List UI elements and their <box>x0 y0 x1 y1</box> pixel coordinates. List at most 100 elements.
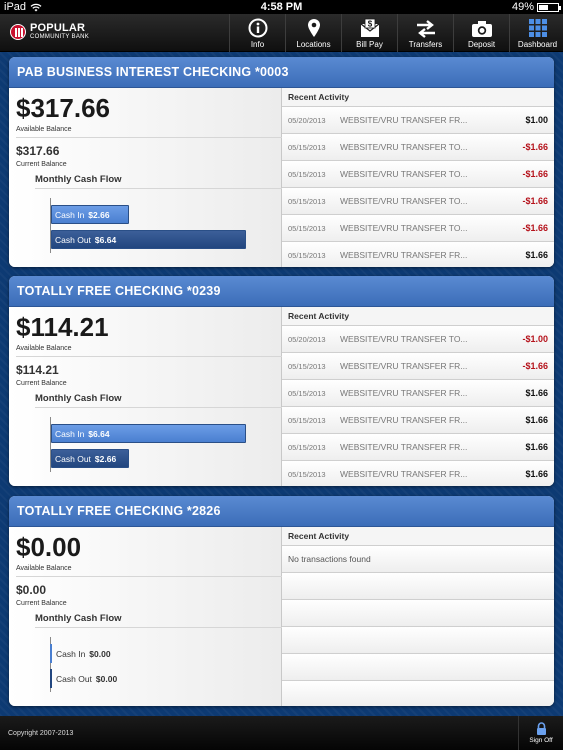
empty-row <box>282 654 554 681</box>
cash-out-label: Cash Out <box>55 453 91 464</box>
transaction-amount: $1.00 <box>525 115 548 125</box>
account-name[interactable]: PAB BUSINESS INTEREST CHECKING *0003 <box>9 57 554 88</box>
transaction-amount: $1.66 <box>525 250 548 260</box>
current-balance-amount: $317.66 <box>16 144 60 158</box>
transaction-amount: $1.66 <box>525 469 548 479</box>
divider <box>16 137 284 138</box>
nav-info-button[interactable]: Info <box>229 14 285 52</box>
transaction-date: 05/15/2013 <box>288 442 326 452</box>
transaction-row[interactable]: 05/15/2013 WEBSITE/VRU TRANSFER FR... -$1.… <box>282 353 554 380</box>
logo-name: POPULAR <box>30 22 86 34</box>
balance-section: $317.66 Available Balance $317.66 Curren… <box>9 88 285 267</box>
divider <box>35 188 285 189</box>
dashboard-grid-icon <box>528 19 547 37</box>
nav-label: Dashboard <box>517 40 558 49</box>
nav-locations-button[interactable]: Locations <box>285 14 341 52</box>
info-icon <box>248 18 267 38</box>
transaction-amount: -$1.66 <box>522 142 548 152</box>
recent-activity-header: Recent Activity <box>282 307 554 326</box>
account-name[interactable]: TOTALLY FREE CHECKING *0239 <box>9 276 554 307</box>
battery-percent: 49% <box>511 1 534 13</box>
current-balance-amount: $114.21 <box>16 363 59 377</box>
transaction-date: 05/15/2013 <box>288 250 326 260</box>
svg-text:$: $ <box>367 20 372 29</box>
transaction-date: 05/15/2013 <box>288 388 326 398</box>
nav-transfers-button[interactable]: Transfers <box>397 14 453 52</box>
transaction-row[interactable]: 05/15/2013 WEBSITE/VRU TRANSFER TO... -$1.… <box>282 188 554 215</box>
balance-section: $0.00 Available Balance $0.00 Current Ba… <box>9 527 285 706</box>
transaction-description: WEBSITE/VRU TRANSFER FR... <box>340 250 468 260</box>
transaction-date: 05/15/2013 <box>288 223 326 233</box>
transaction-row[interactable]: 05/15/2013 WEBSITE/VRU TRANSFER TO... -$1.… <box>282 161 554 188</box>
nav-label: Transfers <box>408 40 443 49</box>
cash-out-value: $6.64 <box>94 234 117 245</box>
current-balance-label: Current Balance <box>16 600 67 607</box>
logo-mark-icon <box>10 23 26 40</box>
transaction-row[interactable]: 05/15/2013 WEBSITE/VRU TRANSFER TO... -$1.… <box>282 134 554 161</box>
transaction-date: 05/15/2013 <box>288 142 326 152</box>
cash-in-value: $0.00 <box>89 648 111 659</box>
current-balance-label: Current Balance <box>16 161 67 168</box>
cash-in-bar: Cash In $2.66 <box>51 205 129 224</box>
camera-icon <box>471 21 492 37</box>
nav-dashboard-button[interactable]: Dashboard <box>509 14 563 52</box>
transaction-row[interactable]: 05/15/2013 WEBSITE/VRU TRANSFER FR... $1.6… <box>282 434 554 461</box>
account-panel[interactable]: TOTALLY FREE CHECKING *2826 $0.00 Availa… <box>9 496 554 706</box>
balance-section: $114.21 Available Balance $114.21 Curren… <box>9 307 285 486</box>
transaction-amount: -$1.66 <box>522 223 548 233</box>
transaction-description: WEBSITE/VRU TRANSFER FR... <box>340 388 468 398</box>
cash-in-bar: Cash In $6.64 <box>51 424 246 443</box>
monthly-cash-flow-title: Monthly Cash Flow <box>35 393 122 404</box>
divider <box>16 356 284 357</box>
transaction-date: 05/15/2013 <box>288 196 326 206</box>
transaction-row[interactable]: 05/15/2013 WEBSITE/VRU TRANSFER FR... $1.6… <box>282 461 554 486</box>
available-balance-amount: $114.21 <box>16 312 109 342</box>
no-transactions-message: No transactions found <box>282 546 554 573</box>
recent-activity-section: Recent Activity No transactions found <box>282 527 554 706</box>
empty-row <box>282 627 554 654</box>
cash-out-bar: Cash Out $6.64 <box>51 230 246 249</box>
empty-row <box>282 573 554 600</box>
recent-activity-section: Recent Activity 05/20/2013 WEBSITE/VRU TR… <box>282 88 554 267</box>
account-name[interactable]: TOTALLY FREE CHECKING *2826 <box>9 496 554 527</box>
transaction-amount: -$1.66 <box>522 169 548 179</box>
cash-out-value: $0.00 <box>95 673 118 684</box>
cash-out-bar: Cash Out $0.00 <box>50 669 131 688</box>
sign-off-label: Sign Off <box>529 737 553 744</box>
recent-activity-header: Recent Activity <box>282 88 554 107</box>
divider <box>16 576 284 577</box>
cash-in-value: $6.64 <box>88 428 110 439</box>
footer-bar: Copyright 2007-2013 Sign Off <box>0 716 563 750</box>
cash-out-label: Cash Out <box>55 234 91 245</box>
nav-deposit-button[interactable]: Deposit <box>453 14 509 52</box>
transaction-row[interactable]: 05/20/2013 WEBSITE/VRU TRANSFER FR... $1.0… <box>282 107 554 134</box>
available-balance-label: Available Balance <box>16 345 72 352</box>
transaction-row[interactable]: 05/15/2013 WEBSITE/VRU TRANSFER FR... $1.6… <box>282 407 554 434</box>
status-bar: iPad 4:58 PM 49% <box>0 0 563 14</box>
transaction-row[interactable]: 05/20/2013 WEBSITE/VRU TRANSFER TO... -$1.… <box>282 326 554 353</box>
cash-out-bar: Cash Out $2.66 <box>51 449 129 468</box>
battery-icon <box>537 2 561 12</box>
current-balance-label: Current Balance <box>16 380 67 387</box>
account-panel[interactable]: PAB BUSINESS INTEREST CHECKING *0003 $31… <box>9 57 554 267</box>
nav-bill-pay-button[interactable]: $ Bill Pay <box>341 14 397 52</box>
cash-in-value: $2.66 <box>88 209 110 220</box>
location-pin-icon <box>307 19 320 37</box>
account-panel[interactable]: TOTALLY FREE CHECKING *0239 $114.21 Avai… <box>9 276 554 486</box>
transaction-amount: -$1.00 <box>522 334 548 344</box>
transaction-description: WEBSITE/VRU TRANSFER FR... <box>340 115 468 125</box>
transaction-row[interactable]: 05/15/2013 WEBSITE/VRU TRANSFER TO... -$1.… <box>282 215 554 242</box>
bank-logo: POPULAR COMMUNITY BANK <box>10 23 89 40</box>
transaction-list: No transactions found <box>282 546 554 706</box>
transaction-date: 05/15/2013 <box>288 415 326 425</box>
available-balance-amount: $317.66 <box>16 93 110 123</box>
transaction-list: 05/20/2013 WEBSITE/VRU TRANSFER TO... -$1.… <box>282 326 554 486</box>
transfers-icon <box>416 20 435 38</box>
current-balance-amount: $0.00 <box>16 583 47 597</box>
sign-off-button[interactable]: Sign Off <box>518 716 563 750</box>
cash-in-label: Cash In <box>55 209 85 220</box>
transaction-row[interactable]: 05/15/2013 WEBSITE/VRU TRANSFER FR... $1.6… <box>282 242 554 267</box>
clock: 4:58 PM <box>260 1 303 13</box>
transaction-description: WEBSITE/VRU TRANSFER FR... <box>340 415 468 425</box>
transaction-row[interactable]: 05/15/2013 WEBSITE/VRU TRANSFER FR... $1.6… <box>282 380 554 407</box>
